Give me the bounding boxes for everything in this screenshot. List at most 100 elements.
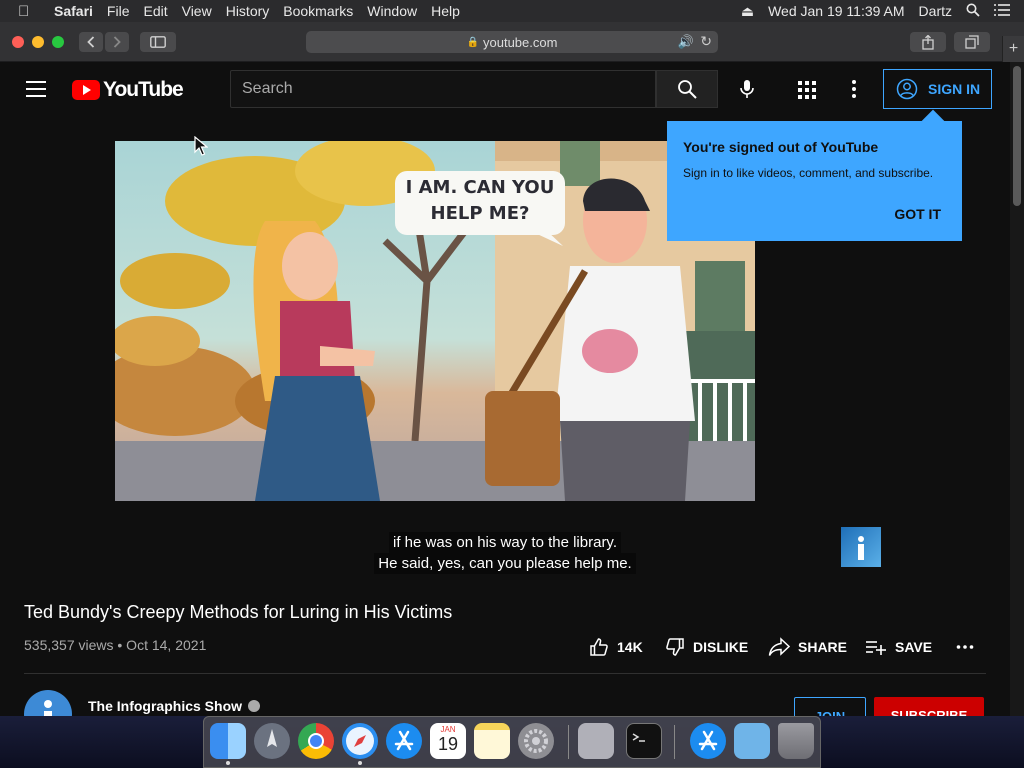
app-store-icon[interactable] bbox=[386, 723, 422, 759]
channel-watermark-icon[interactable] bbox=[841, 527, 881, 567]
youtube-logo-text: YouTube bbox=[103, 78, 184, 101]
forward-icon[interactable] bbox=[105, 32, 129, 52]
video-player[interactable]: I AM. CAN YOU HELP ME? bbox=[115, 141, 755, 501]
reload-icon[interactable]: ↻ bbox=[700, 33, 712, 50]
menubar-user[interactable]: Dartz bbox=[919, 3, 952, 19]
web-content: YouTube Search SIGN IN I AM. CAN YOU HEL… bbox=[0, 62, 1010, 716]
lock-icon: 🔒 bbox=[466, 36, 479, 48]
system-preferences-icon[interactable] bbox=[518, 723, 554, 759]
more-icon[interactable] bbox=[852, 80, 856, 98]
search-icon bbox=[678, 80, 697, 99]
sign-in-button[interactable]: SIGN IN bbox=[883, 69, 992, 109]
page-scrollbar[interactable] bbox=[1010, 62, 1024, 716]
channel-name-text: The Infographics Show bbox=[88, 698, 243, 714]
youtube-logo[interactable]: YouTube bbox=[72, 78, 184, 102]
dock-separator-2 bbox=[674, 725, 675, 759]
notes-icon[interactable] bbox=[474, 723, 510, 759]
menubar-status-area: ⏏ Wed Jan 19 11:39 AM Dartz bbox=[741, 0, 1024, 22]
video-title: Ted Bundy's Creepy Methods for Luring in… bbox=[24, 602, 453, 622]
apple-icon[interactable]:  bbox=[18, 3, 40, 20]
sidebar-icon[interactable] bbox=[140, 32, 176, 52]
launchpad-icon[interactable] bbox=[254, 723, 290, 759]
safari-icon[interactable] bbox=[342, 723, 378, 759]
zoom-window-button[interactable] bbox=[52, 36, 64, 48]
got-it-button[interactable]: GOT IT bbox=[894, 206, 941, 222]
video-frame-illustration: I AM. CAN YOU HELP ME? bbox=[115, 141, 755, 501]
mic-icon[interactable] bbox=[736, 78, 758, 100]
share-arrow-icon bbox=[768, 637, 790, 656]
address-bar[interactable]: 🔒 youtube.com 🔊 ↻ bbox=[306, 31, 718, 53]
menu-app-name[interactable]: Safari bbox=[54, 3, 93, 19]
video-info-divider bbox=[24, 673, 986, 674]
sign-in-label: SIGN IN bbox=[928, 81, 981, 97]
menu-window[interactable]: Window bbox=[367, 3, 417, 19]
apps-icon[interactable] bbox=[798, 81, 816, 99]
channel-avatar[interactable] bbox=[24, 690, 72, 716]
tooltip-body: Sign in to like videos, comment, and sub… bbox=[683, 166, 934, 180]
save-button[interactable]: SAVE bbox=[865, 637, 932, 657]
like-icon bbox=[590, 638, 608, 656]
share-label: SHARE bbox=[798, 639, 848, 655]
caption-line-1: if he was on his way to the library. bbox=[389, 532, 621, 553]
search-icon[interactable] bbox=[966, 3, 980, 20]
mouse-cursor-icon bbox=[194, 136, 208, 156]
menu-view[interactable]: View bbox=[182, 3, 212, 19]
plus-icon[interactable]: + bbox=[1002, 36, 1024, 62]
menubar-clock[interactable]: Wed Jan 19 11:39 AM bbox=[768, 3, 904, 19]
speaker-icon[interactable]: 🔊 bbox=[678, 34, 694, 50]
scrollbar-thumb[interactable] bbox=[1013, 66, 1021, 206]
calendar-icon[interactable]: JAN 19 bbox=[430, 723, 466, 759]
finder-icon[interactable] bbox=[210, 723, 246, 759]
safari-toolbar: 🔒 youtube.com 🔊 ↻ + bbox=[0, 22, 1024, 62]
join-button[interactable]: JOIN bbox=[794, 697, 866, 716]
verified-icon bbox=[248, 700, 261, 712]
close-window-button[interactable] bbox=[12, 36, 24, 48]
menu-history[interactable]: History bbox=[226, 3, 270, 19]
share-icon[interactable] bbox=[910, 32, 946, 52]
tooltip-arrow bbox=[921, 109, 945, 133]
calendar-month: JAN bbox=[440, 725, 456, 734]
tabs-icon[interactable] bbox=[954, 32, 990, 52]
menu-edit[interactable]: Edit bbox=[143, 3, 167, 19]
dislike-button[interactable]: DISLIKE bbox=[665, 637, 748, 657]
playlist-add-icon bbox=[866, 641, 886, 655]
eject-icon[interactable]: ⏏ bbox=[741, 3, 754, 20]
folder-icon[interactable] bbox=[734, 723, 770, 759]
video-meta: 535,357 views • Oct 14, 2021 bbox=[24, 637, 207, 653]
youtube-play-icon bbox=[72, 80, 100, 100]
menu-bookmarks[interactable]: Bookmarks bbox=[283, 3, 353, 19]
channel-name[interactable]: The Infographics Show bbox=[88, 698, 261, 714]
calendar-day: 19 bbox=[437, 734, 459, 754]
dislike-label: DISLIKE bbox=[693, 639, 749, 655]
menu-file[interactable]: File bbox=[107, 3, 130, 19]
like-count: 14K bbox=[617, 639, 643, 655]
menu-icon[interactable] bbox=[26, 81, 46, 97]
back-icon[interactable] bbox=[79, 32, 103, 52]
save-label: SAVE bbox=[895, 639, 933, 655]
chrome-icon[interactable] bbox=[298, 723, 334, 759]
more-actions-icon[interactable] bbox=[956, 637, 982, 657]
app-store-downloads-icon[interactable] bbox=[690, 723, 726, 759]
tooltip-title: You're signed out of YouTube bbox=[683, 139, 879, 155]
subscribe-button[interactable]: SUBSCRIBE bbox=[874, 697, 984, 716]
finder-running-dot bbox=[226, 761, 230, 765]
caption-line-2: He said, yes, can you please help me. bbox=[374, 553, 636, 574]
safari-running-dot bbox=[358, 761, 362, 765]
terminal-icon[interactable] bbox=[626, 723, 662, 759]
menu-help[interactable]: Help bbox=[431, 3, 460, 19]
search-button[interactable] bbox=[656, 70, 718, 108]
trash-icon[interactable] bbox=[778, 723, 814, 759]
like-button[interactable]: 14K bbox=[589, 637, 643, 657]
control-center-icon[interactable] bbox=[994, 3, 1010, 19]
mac-menubar:  Safari File Edit View History Bookmark… bbox=[0, 0, 1024, 22]
dislike-icon bbox=[666, 638, 684, 656]
speech-bubble-text: I AM. CAN YOU HELP ME? bbox=[405, 177, 555, 224]
address-url: youtube.com bbox=[483, 34, 558, 50]
utility-app-icon[interactable] bbox=[578, 723, 614, 759]
search-input[interactable]: Search bbox=[230, 70, 656, 108]
dock: JAN 19 bbox=[203, 716, 821, 768]
signed-out-tooltip: You're signed out of YouTube Sign in to … bbox=[667, 109, 962, 241]
share-button[interactable]: SHARE bbox=[768, 637, 847, 657]
minimize-window-button[interactable] bbox=[32, 36, 44, 48]
dock-separator bbox=[568, 725, 569, 759]
